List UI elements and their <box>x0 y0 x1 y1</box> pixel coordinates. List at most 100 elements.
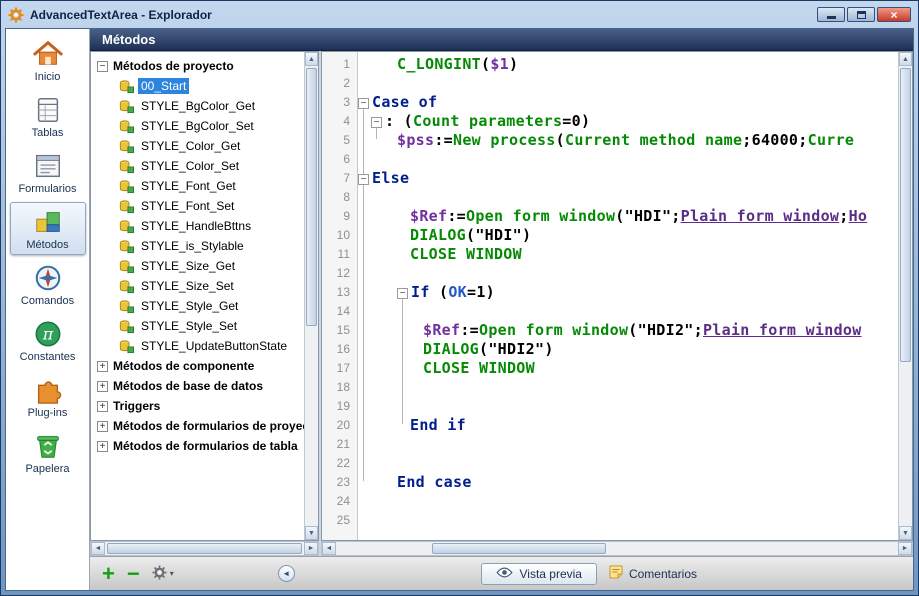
scroll-down-icon[interactable]: ▼ <box>899 526 912 540</box>
sidebar-item-formularios[interactable]: Formularios <box>10 146 86 199</box>
sidebar-item-tablas[interactable]: Tablas <box>10 90 86 143</box>
expand-toggle-icon[interactable]: + <box>97 361 108 372</box>
method-icon <box>119 79 134 94</box>
titlebar[interactable]: AdvancedTextArea - Explorador × <box>5 1 914 28</box>
tree-method-item[interactable]: STYLE_Style_Get <box>91 296 304 316</box>
tree-horizontal-scrollbar[interactable]: ◄ ► <box>90 541 319 556</box>
scroll-down-icon[interactable]: ▼ <box>305 526 318 540</box>
code-line <box>358 454 898 473</box>
code-token: CLOSE WINDOW <box>423 359 535 377</box>
fold-toggle-icon[interactable]: − <box>371 117 382 128</box>
sidebar-item-metodos[interactable]: Métodos <box>10 202 86 255</box>
sidebar-item-papelera[interactable]: Papelera <box>10 426 86 479</box>
editor-hscroll-track[interactable] <box>336 542 898 555</box>
tree-group[interactable]: + Métodos de base de datos <box>91 376 304 396</box>
close-button[interactable]: × <box>877 7 911 22</box>
method-icon <box>119 259 134 274</box>
sidebar-item-label: Tablas <box>32 127 64 139</box>
scroll-up-icon[interactable]: ▲ <box>305 52 318 66</box>
code-line: $Ref:=Open form window("HDI2";Plain form… <box>358 321 898 340</box>
scroll-left-icon[interactable]: ◄ <box>322 542 336 555</box>
collapse-toggle-icon[interactable]: − <box>97 61 108 72</box>
method-icon <box>119 179 134 194</box>
editor-horizontal-scrollbar[interactable]: ◄ ► <box>321 541 913 556</box>
code-line <box>358 435 898 454</box>
forms-icon <box>33 151 63 181</box>
tree-method-item[interactable]: STYLE_Color_Get <box>91 136 304 156</box>
tree-group[interactable]: −Métodos de proyecto <box>91 56 304 76</box>
tree-method-item[interactable]: STYLE_Font_Set <box>91 196 304 216</box>
tree-hscroll-thumb[interactable] <box>107 543 302 554</box>
tree-panel: −Métodos de proyecto00_StartSTYLE_BgColo… <box>90 51 319 541</box>
add-method-button[interactable]: + <box>102 565 115 583</box>
tree-method-item[interactable]: STYLE_Color_Set <box>91 156 304 176</box>
code-line: C_LONGINT($1) <box>358 55 898 74</box>
code-token: ( <box>481 55 490 73</box>
tree-group[interactable]: +Métodos de componente <box>91 356 304 376</box>
scroll-right-icon[interactable]: ► <box>304 542 318 555</box>
gear-icon <box>152 565 167 582</box>
tree-group-label: Métodos de proyecto <box>113 59 234 73</box>
fold-toggle-icon[interactable]: − <box>397 288 408 299</box>
tree-method-label: STYLE_Color_Set <box>138 158 242 174</box>
expand-toggle-icon[interactable]: + <box>97 421 108 432</box>
expand-toggle-icon[interactable]: + <box>97 401 108 412</box>
delete-method-button[interactable]: − <box>127 565 140 583</box>
fold-toggle-icon[interactable]: − <box>358 174 369 185</box>
code-token: =1) <box>467 283 495 301</box>
tree-vertical-scrollbar[interactable]: ▲ ▼ <box>304 52 318 540</box>
comments-button[interactable]: Comentarios <box>609 565 697 582</box>
scroll-left-icon[interactable]: ◄ <box>91 542 105 555</box>
tree-vscroll-track[interactable] <box>305 66 318 526</box>
expand-toggle-icon[interactable]: + <box>97 381 108 392</box>
collapse-panel-button[interactable]: ◄ <box>278 565 295 582</box>
code-line: −Else <box>358 169 898 188</box>
code-editor[interactable]: C_LONGINT($1)−Case of−: (Count parameter… <box>358 52 898 540</box>
line-number: 13 <box>322 283 357 302</box>
sidebar-item-inicio[interactable]: Inicio <box>10 34 86 87</box>
code-line: $pss:=New process(Current method name;64… <box>358 131 898 150</box>
tree-method-item[interactable]: STYLE_BgColor_Set <box>91 116 304 136</box>
tree-method-item[interactable]: STYLE_Size_Get <box>91 256 304 276</box>
code-token: $Ref <box>410 207 447 225</box>
tree-method-item[interactable]: STYLE_UpdateButtonState <box>91 336 304 356</box>
tree-group[interactable]: +Métodos de formularios de tabla <box>91 436 304 456</box>
line-number: 22 <box>322 454 357 473</box>
sidebar-item-label: Métodos <box>26 239 68 251</box>
minimize-button[interactable] <box>817 7 845 22</box>
tree-method-item[interactable]: STYLE_HandleBttns <box>91 216 304 236</box>
expand-toggle-icon[interactable]: + <box>97 441 108 452</box>
tree-hscroll-track[interactable] <box>105 542 304 555</box>
sidebar-item-comandos[interactable]: Comandos <box>10 258 86 311</box>
tree-method-item[interactable]: 00_Start <box>91 76 304 96</box>
editor-vscroll-thumb[interactable] <box>900 68 911 362</box>
tree-method-item[interactable]: STYLE_is_Stylable <box>91 236 304 256</box>
line-number: 18 <box>322 378 357 397</box>
tree-method-item[interactable]: STYLE_BgColor_Get <box>91 96 304 116</box>
tree-method-item[interactable]: STYLE_Style_Set <box>91 316 304 336</box>
commands-icon <box>33 263 63 293</box>
tree-method-label: STYLE_BgColor_Get <box>138 98 258 114</box>
code-token: ;64000; <box>742 131 807 149</box>
scroll-right-icon[interactable]: ► <box>898 542 912 555</box>
restore-button[interactable] <box>847 7 875 22</box>
fold-toggle-icon[interactable]: − <box>358 98 369 109</box>
tree-group[interactable]: +Métodos de formularios de proyecto <box>91 416 304 436</box>
tree-group-label: Métodos de base de datos <box>113 379 263 393</box>
editor-vertical-scrollbar[interactable]: ▲ ▼ <box>898 52 912 540</box>
tree-method-item[interactable]: STYLE_Size_Set <box>91 276 304 296</box>
sidebar-item-label: Plug-ins <box>28 407 68 419</box>
preview-button[interactable]: Vista previa <box>481 563 596 585</box>
sidebar-item-constantes[interactable]: πConstantes <box>10 314 86 367</box>
scroll-up-icon[interactable]: ▲ <box>899 52 912 66</box>
tree-method-item[interactable]: STYLE_Font_Get <box>91 176 304 196</box>
tree-vscroll-thumb[interactable] <box>306 68 317 326</box>
chevron-left-icon: ◄ <box>282 569 290 578</box>
line-number: 9 <box>322 207 357 226</box>
options-gear-button[interactable]: ▾ <box>152 565 174 582</box>
editor-vscroll-track[interactable] <box>899 66 912 526</box>
editor-hscroll-thumb[interactable] <box>432 543 606 554</box>
tree-group[interactable]: +Triggers <box>91 396 304 416</box>
eye-icon <box>496 567 513 581</box>
sidebar-item-plugins[interactable]: Plug-ins <box>10 370 86 423</box>
